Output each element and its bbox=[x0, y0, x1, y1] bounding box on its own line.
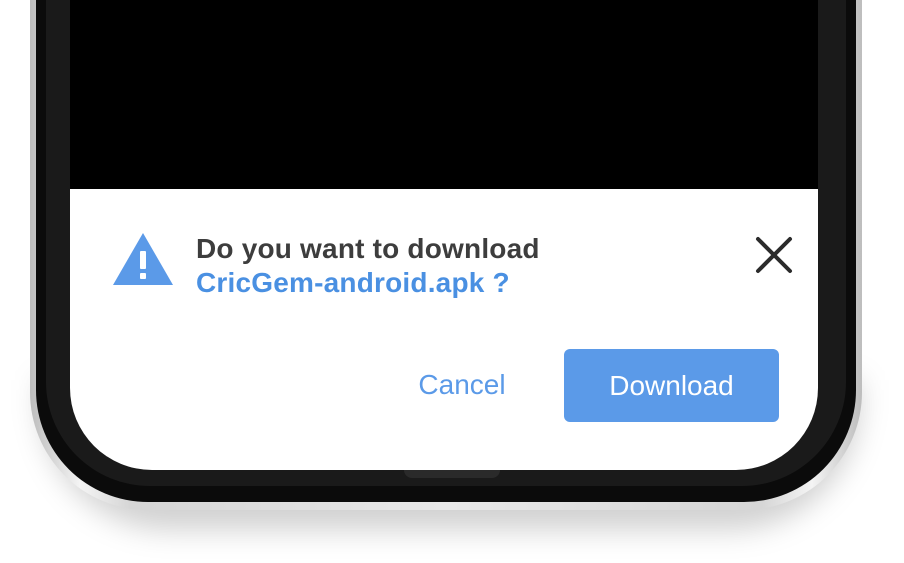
download-button[interactable]: Download bbox=[564, 349, 779, 422]
file-name: CricGem-android.apk ? bbox=[196, 267, 510, 298]
warning-icon bbox=[113, 233, 173, 285]
phone-mockup: Do you want to download CricGem-android.… bbox=[0, 0, 904, 563]
cancel-button[interactable]: Cancel bbox=[392, 349, 532, 421]
download-dialog: Do you want to download CricGem-android.… bbox=[70, 189, 818, 470]
dialog-title: Do you want to download bbox=[196, 233, 540, 264]
phone-bottom-notch bbox=[404, 470, 500, 478]
close-icon[interactable] bbox=[752, 233, 796, 277]
phone-screen: Do you want to download CricGem-android.… bbox=[70, 0, 818, 470]
